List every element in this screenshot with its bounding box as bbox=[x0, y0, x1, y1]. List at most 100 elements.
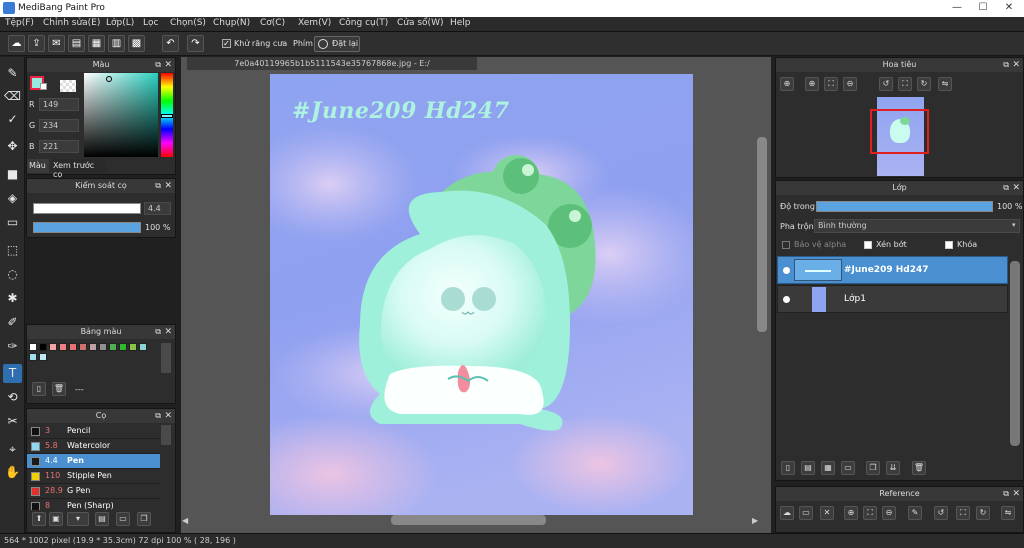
hue-handle[interactable] bbox=[161, 114, 173, 118]
menu-view[interactable]: Xem(V) bbox=[298, 18, 331, 28]
menu-layer[interactable]: Lớp(L) bbox=[106, 18, 134, 28]
reference-zoom-out-icon[interactable]: ⊖ bbox=[882, 506, 896, 520]
panels-icon[interactable]: ▩ bbox=[128, 35, 145, 52]
palette-swatch[interactable] bbox=[89, 343, 97, 351]
grid-settings-icon[interactable]: ▥ bbox=[108, 35, 125, 52]
antialias-checkbox[interactable]: ✓ bbox=[222, 39, 231, 48]
undo-icon[interactable]: ↶ bbox=[162, 35, 179, 52]
brush-size-field[interactable]: 4.4 bbox=[144, 202, 171, 215]
palette-swatch[interactable] bbox=[99, 343, 107, 351]
rotate-left-icon[interactable]: ↺ bbox=[879, 77, 893, 91]
menu-snap[interactable]: Chụp(N) bbox=[213, 18, 250, 28]
transparent-color-swatch[interactable] bbox=[60, 80, 76, 92]
palette-swatch[interactable] bbox=[139, 343, 147, 351]
vertical-scrollbar-thumb[interactable] bbox=[757, 137, 767, 332]
comment-icon[interactable]: ✉ bbox=[48, 35, 65, 52]
menu-help[interactable]: Help bbox=[450, 18, 471, 28]
visibility-eye-icon[interactable] bbox=[783, 296, 790, 303]
brush-size-slider[interactable] bbox=[33, 203, 141, 214]
close-icon[interactable]: ✕ bbox=[164, 179, 172, 193]
new-8bit-layer-icon[interactable]: ▦ bbox=[821, 461, 835, 475]
close-icon[interactable]: ✕ bbox=[164, 409, 172, 423]
reference-open-icon[interactable]: ▭ bbox=[799, 506, 813, 520]
zoom-out-icon[interactable]: ⊖ bbox=[843, 77, 857, 91]
reference-cloud-icon[interactable]: ☁ bbox=[780, 506, 794, 520]
navigator-viewport-box[interactable] bbox=[870, 109, 929, 154]
reference-rotate-left-icon[interactable]: ↺ bbox=[934, 506, 948, 520]
merge-layer-icon[interactable]: ⇊ bbox=[886, 461, 900, 475]
menu-file[interactable]: Tệp(F) bbox=[5, 18, 34, 28]
close-icon[interactable]: ✕ bbox=[1012, 487, 1020, 501]
brush-folder-icon[interactable]: ▭ bbox=[116, 512, 130, 526]
palette-swatch[interactable] bbox=[129, 343, 137, 351]
tab-brush-preview[interactable]: Xem trước cọ bbox=[51, 159, 107, 179]
divide-tool-icon[interactable]: ✂ bbox=[3, 412, 22, 431]
brush-add-icon[interactable]: ⬆ bbox=[32, 512, 46, 526]
brush-import-icon[interactable]: ▣ bbox=[49, 512, 63, 526]
new-layer-icon[interactable]: ▯ bbox=[781, 461, 795, 475]
dot-tool-icon[interactable]: ✓ bbox=[3, 110, 22, 129]
minimize-button[interactable]: — bbox=[944, 0, 970, 15]
document-canvas[interactable]: #June209 Hd247 bbox=[270, 74, 693, 515]
tab-color[interactable]: Màu bbox=[27, 159, 49, 173]
lock-checkbox[interactable] bbox=[945, 241, 953, 249]
reference-fit-icon[interactable]: ⛶ bbox=[863, 506, 877, 520]
delete-swatch-icon[interactable]: 🗑 bbox=[52, 382, 66, 396]
protect-alpha-checkbox[interactable] bbox=[782, 241, 790, 249]
clipping-checkbox[interactable] bbox=[864, 241, 872, 249]
close-icon[interactable]: ✕ bbox=[164, 58, 172, 72]
popout-icon[interactable]: ⧉ bbox=[155, 409, 161, 423]
brush-tool-icon[interactable]: ✎ bbox=[3, 64, 22, 83]
fit-screen-icon[interactable]: ⛶ bbox=[898, 77, 912, 91]
menu-select[interactable]: Chọn(S) bbox=[170, 18, 206, 28]
reference-fit-screen-icon[interactable]: ⛶ bbox=[956, 506, 970, 520]
document-icon[interactable]: ▦ bbox=[88, 35, 105, 52]
hue-slider[interactable] bbox=[161, 73, 173, 157]
brush-opacity-slider[interactable] bbox=[33, 222, 141, 233]
brush-list-item[interactable]: 3 Pencil bbox=[27, 424, 160, 439]
visibility-eye-icon[interactable] bbox=[783, 267, 790, 274]
close-icon[interactable]: ✕ bbox=[1012, 58, 1020, 72]
popout-icon[interactable]: ⧉ bbox=[155, 58, 161, 72]
brush-copy-icon[interactable]: ❐ bbox=[137, 512, 151, 526]
palette-swatch[interactable] bbox=[39, 343, 47, 351]
palette-swatch[interactable] bbox=[109, 343, 117, 351]
palette-swatch[interactable] bbox=[59, 343, 67, 351]
select-tool-icon[interactable]: ⬚ bbox=[3, 241, 22, 260]
layer-row[interactable]: Lớp1 bbox=[777, 285, 1008, 313]
popout-icon[interactable]: ⧉ bbox=[1003, 58, 1009, 72]
close-icon[interactable]: ✕ bbox=[164, 325, 172, 339]
flip-icon[interactable]: ⇋ bbox=[938, 77, 952, 91]
layer-row[interactable]: #June209 Hd247 bbox=[777, 256, 1008, 284]
popout-icon[interactable]: ⧉ bbox=[1003, 181, 1009, 195]
palette-swatch[interactable] bbox=[39, 353, 47, 361]
add-swatch-icon[interactable]: ▯ bbox=[32, 382, 46, 396]
brush-menu-icon[interactable]: ▾ bbox=[67, 512, 89, 526]
gradient-tool-icon[interactable]: ▭ bbox=[3, 213, 22, 232]
palette-swatch[interactable] bbox=[119, 343, 127, 351]
maximize-button[interactable]: ☐ bbox=[970, 0, 996, 15]
reference-zoom-in-icon[interactable]: ⊕ bbox=[844, 506, 858, 520]
select-eraser-icon[interactable]: ✑ bbox=[3, 337, 22, 356]
brush-list-item[interactable]: 5.8 Watercolor bbox=[27, 439, 160, 454]
r-value-field[interactable]: 149 bbox=[39, 98, 79, 111]
magic-wand-icon[interactable]: ✱ bbox=[3, 289, 22, 308]
duplicate-layer-icon[interactable]: ❐ bbox=[866, 461, 880, 475]
layer-opacity-slider[interactable] bbox=[816, 201, 993, 212]
reset-button[interactable]: Đặt lại bbox=[314, 36, 360, 52]
new-folder-icon[interactable]: ▭ bbox=[841, 461, 855, 475]
reference-eyedropper-icon[interactable]: ✎ bbox=[908, 506, 922, 520]
background-color-swatch[interactable] bbox=[40, 83, 47, 90]
zoom-in-icon[interactable]: ⊕ bbox=[780, 77, 794, 91]
popout-icon[interactable]: ⧉ bbox=[155, 179, 161, 193]
zoom-in-icon[interactable]: ⊕ bbox=[805, 77, 819, 91]
scroll-right-icon[interactable]: ▶ bbox=[752, 516, 758, 525]
menu-edit[interactable]: Chỉnh sửa(E) bbox=[43, 18, 100, 28]
g-value-field[interactable]: 234 bbox=[39, 119, 79, 132]
hand-tool-icon[interactable]: ✋ bbox=[3, 463, 22, 482]
palette-swatch[interactable] bbox=[79, 343, 87, 351]
lasso-tool-icon[interactable]: ◌ bbox=[3, 265, 22, 284]
scroll-left-icon[interactable]: ◀ bbox=[182, 516, 188, 525]
menu-brush[interactable]: Cơ(C) bbox=[260, 18, 285, 28]
eyedropper-tool-icon[interactable]: ⌖ bbox=[3, 440, 22, 459]
